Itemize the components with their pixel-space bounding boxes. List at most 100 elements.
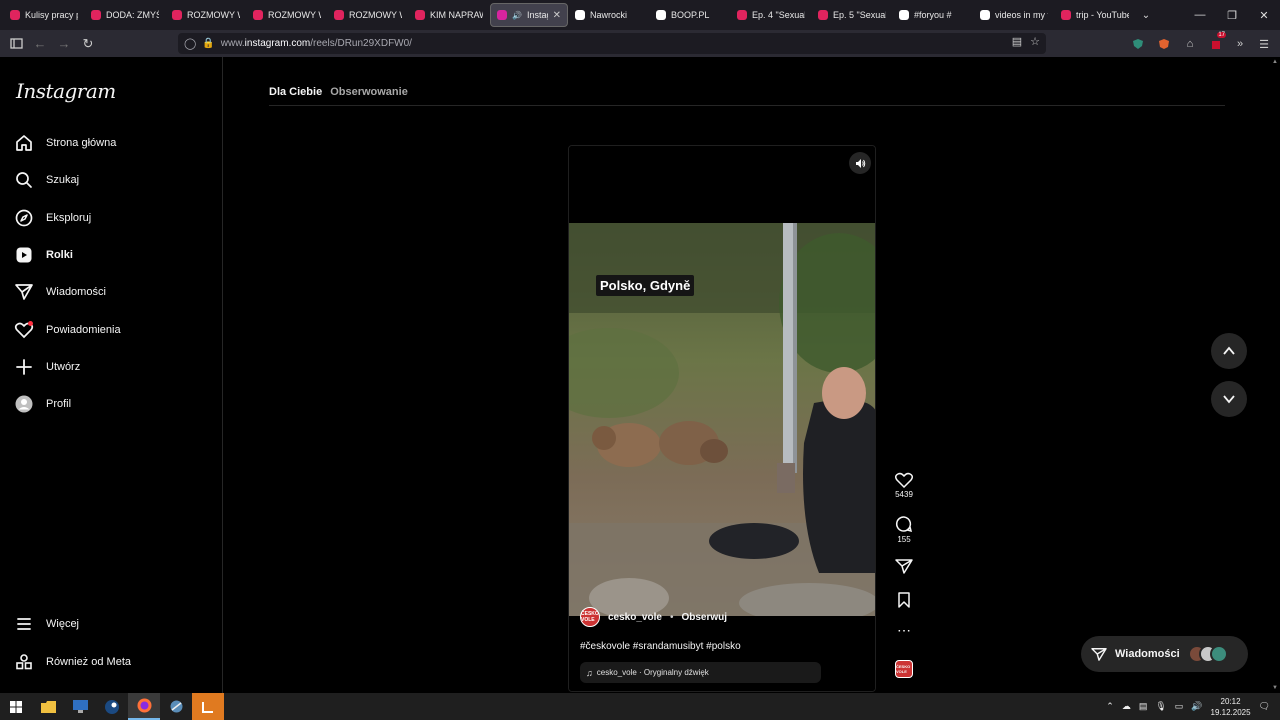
restore-icon[interactable]: ❐ [1216,0,1248,30]
tab-favicon-icon [980,10,990,20]
sidebar-item-label: Szukaj [46,174,80,187]
sidebar-item-reels[interactable]: Rolki [14,239,209,271]
cloud-icon[interactable]: ☁ [1122,701,1131,712]
bookmark-star-icon[interactable]: ☆ [1030,35,1040,48]
display-icon[interactable]: ▭ [1175,701,1184,712]
author-name[interactable]: cesko_vole [608,612,662,623]
browser-tab[interactable]: #foryou # [893,3,973,27]
chevron-down-icon [1223,395,1235,404]
tab-audio-icon[interactable]: 🔊 [512,11,522,20]
page-scrollbar[interactable]: ▲ ▼ [1270,57,1280,693]
home-icon [14,133,34,153]
comment-button[interactable]: 155 [890,515,918,544]
browser-tab[interactable]: ROZMOWY W [247,3,327,27]
browser-tab[interactable]: DODA: ZMYŚL [85,3,165,27]
audio-avatar[interactable]: ČESKO VOLE [895,660,913,678]
shield-icon[interactable]: ◯ [184,37,196,50]
author-avatar[interactable]: ČESKO VOLE [580,607,600,627]
browser-tab-bar: Kulisy pracy pr DODA: ZMYŚL ROZMOWY W ROZMO… [0,0,1280,30]
browser-tab[interactable]: videos in my fe [974,3,1054,27]
clock-time: 20:12 [1220,696,1241,706]
reader-view-icon[interactable]: ▤ [1012,35,1022,48]
tab-following[interactable]: Obserwowanie [330,86,408,98]
bookmark-icon [898,592,910,608]
action-center-icon[interactable]: 🗨 [1259,701,1270,712]
url-bar[interactable]: ◯ 🔒 www.instagram.com/reels/DRun29XDFW0/… [178,33,1046,54]
like-button[interactable]: 5439 [890,472,918,499]
browser-tab[interactable]: ROZMOWY W [166,3,246,27]
overflow-chevron-icon[interactable]: » [1229,33,1251,55]
browser-tab[interactable]: 🔊 Instagr ✕ [490,3,568,27]
sidebar-item-profile[interactable]: Profil [14,388,209,420]
list-all-tabs-icon[interactable]: ⌄ [1136,10,1156,21]
vpn-extension-icon[interactable] [1127,33,1149,55]
browser-tab[interactable]: KIM NAPRAW [409,3,489,27]
sidebar-toggle-icon[interactable] [4,32,28,56]
start-button[interactable] [0,693,32,720]
previous-reel-button[interactable] [1211,333,1247,369]
app-menu-icon[interactable]: ☰ [1253,33,1275,55]
sidebar-item-meta[interactable]: Również od Meta [14,646,209,678]
messages-floating-button[interactable]: Wiadomości [1081,636,1248,672]
file-explorer-icon[interactable] [32,693,64,720]
close-window-icon[interactable]: ✕ [1248,0,1280,30]
share-button[interactable] [890,558,918,574]
sidebar-item-heart[interactable]: Powiadomienia [14,314,209,346]
back-icon[interactable]: ← [28,32,52,56]
location-caption: Polsko, Gdyně [596,275,695,296]
like-count: 5439 [895,490,913,499]
sidebar-item-search[interactable]: Szukaj [14,164,209,196]
minimize-icon[interactable]: — [1184,0,1216,30]
tab-for-you[interactable]: Dla Ciebie [269,86,322,98]
follow-button[interactable]: Obserwuj [681,612,727,623]
tab-favicon-icon [818,10,828,20]
sound-on-icon[interactable] [849,152,871,174]
browser-tab[interactable]: ROZMOWY W [328,3,408,27]
reel-player[interactable]: Polsko, Gdyně ČESKO VOLE cesko_vole • Ob… [568,145,876,692]
microphone-icon[interactable]: 🎙 [1155,701,1166,712]
next-reel-button[interactable] [1211,381,1247,417]
chevron-up-icon [1223,346,1235,355]
notes-app-icon[interactable] [192,693,224,720]
browser-tab[interactable]: Nawrocki [569,3,649,27]
sidebar-item-plus[interactable]: Utwórz [14,351,209,383]
tray-chevron-up-icon[interactable]: ⌃ [1106,701,1114,712]
remote-desktop-icon[interactable] [64,693,96,720]
reel-video[interactable]: Polsko, Gdyně [569,223,875,616]
sidebar-item-messages[interactable]: Wiadomości [14,276,209,308]
app-icon[interactable] [160,693,192,720]
taskbar-clock[interactable]: 20:12 19.12.2025 [1211,696,1251,718]
reel-hashtags[interactable]: #českovole #srandamusibyt #polsko [580,641,741,652]
firefox-icon[interactable] [128,693,160,720]
save-button[interactable] [890,592,918,608]
scroll-down-icon[interactable]: ▼ [1272,685,1278,691]
sidebar-item-compass[interactable]: Eksploruj [14,202,209,234]
browser-tab[interactable]: Ep. 4 "Sexual E [731,3,811,27]
sidebar-item-more[interactable]: Więcej [14,608,209,640]
browser-tab[interactable]: Kulisy pracy pr [4,3,84,27]
audio-link[interactable]: ♫ cesko_vole · Oryginalny dźwięk [580,662,821,683]
forward-icon[interactable]: → [52,32,76,56]
tab-favicon-icon [1061,10,1071,20]
instagram-logo[interactable]: Instagram [16,79,116,103]
lock-icon[interactable]: 🔒 [202,38,214,49]
network-icon[interactable]: ▤ [1139,701,1148,712]
profile-icon [14,394,34,414]
more-options-icon[interactable]: ⋯ [890,623,918,637]
browser-tab[interactable]: Ep. 5 "Sexual E [812,3,892,27]
steam-icon[interactable] [96,693,128,720]
tab-favicon-icon [10,10,20,20]
sidebar-item-home[interactable]: Strona główna [14,127,209,159]
reload-icon[interactable]: ↻ [76,32,100,56]
tab-favicon-icon [253,10,263,20]
fox-extension-icon[interactable] [1153,33,1175,55]
browser-nav-bar: ← → ↻ ◯ 🔒 www.instagram.com/reels/DRun29… [0,30,1280,57]
browser-tab[interactable]: trip - YouTube [1055,3,1135,27]
scroll-up-icon[interactable]: ▲ [1272,59,1278,65]
notifications-extension-icon[interactable]: 17 [1205,32,1227,55]
browser-tab[interactable]: BOOP.PL [650,3,730,27]
volume-icon[interactable]: 🔊 [1191,701,1202,712]
messages-icon [1091,648,1107,661]
extensions-icon[interactable]: ⌂ [1179,33,1201,55]
close-tab-icon[interactable]: ✕ [553,10,561,21]
